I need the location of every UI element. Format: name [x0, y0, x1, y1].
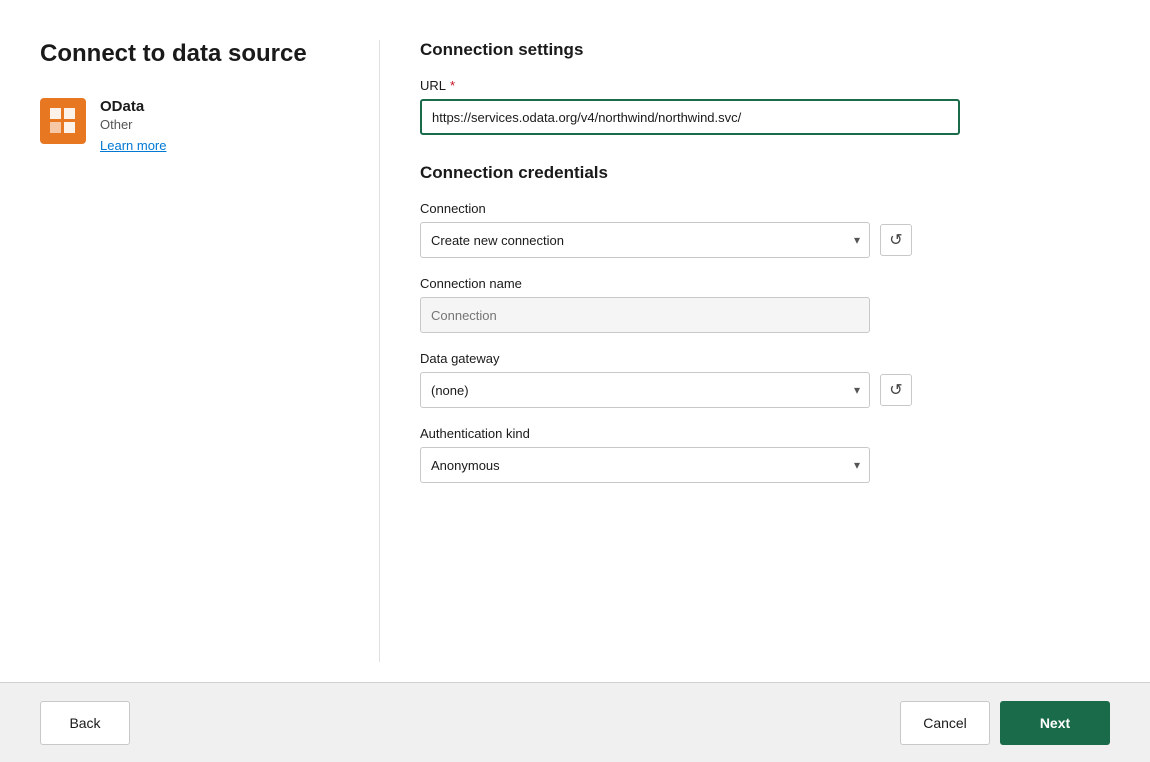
connector-icon	[40, 98, 86, 144]
data-gateway-label: Data gateway	[420, 351, 1110, 366]
auth-kind-label: Authentication kind	[420, 426, 1110, 441]
connector-info: OData Other Learn more	[40, 98, 339, 153]
connection-name-field-group: Connection name	[420, 276, 1110, 333]
connection-field-group: Connection Create new connection ▾ ↺	[420, 201, 1110, 258]
connector-category: Other	[100, 117, 166, 132]
data-gateway-field-group: Data gateway (none) ▾ ↺	[420, 351, 1110, 408]
page-title: Connect to data source	[40, 40, 339, 68]
learn-more-link[interactable]: Learn more	[100, 138, 166, 153]
main-content: Connect to data source OData Other Learn…	[0, 0, 1150, 682]
footer-left: Back	[40, 701, 130, 745]
odata-icon	[48, 106, 78, 136]
refresh-icon: ↺	[889, 230, 902, 250]
connection-settings-title: Connection settings	[420, 40, 1110, 60]
url-label: URL *	[420, 78, 1110, 93]
data-gateway-dropdown-wrapper: (none) ▾	[420, 372, 870, 408]
auth-kind-dropdown-wrapper: Anonymous ▾	[420, 447, 870, 483]
next-button[interactable]: Next	[1000, 701, 1110, 745]
url-field-group: URL *	[420, 78, 1110, 135]
connection-credentials-title: Connection credentials	[420, 163, 1110, 183]
url-input[interactable]	[420, 99, 960, 135]
connector-name: OData	[100, 98, 166, 115]
right-panel: Connection settings URL * Connection cre…	[380, 40, 1110, 662]
data-gateway-refresh-button[interactable]: ↺	[880, 374, 912, 406]
connection-dropdown-row: Create new connection ▾ ↺	[420, 222, 1110, 258]
auth-kind-field-group: Authentication kind Anonymous ▾	[420, 426, 1110, 483]
auth-kind-dropdown[interactable]: Anonymous	[420, 447, 870, 483]
connection-name-label: Connection name	[420, 276, 1110, 291]
connection-name-input[interactable]	[420, 297, 870, 333]
back-button[interactable]: Back	[40, 701, 130, 745]
footer-right: Cancel Next	[900, 701, 1110, 745]
cancel-button[interactable]: Cancel	[900, 701, 990, 745]
footer: Back Cancel Next	[0, 682, 1150, 762]
connection-dropdown[interactable]: Create new connection	[420, 222, 870, 258]
data-gateway-dropdown-row: (none) ▾ ↺	[420, 372, 1110, 408]
connection-refresh-button[interactable]: ↺	[880, 224, 912, 256]
connection-credentials-section: Connection credentials Connection Create…	[420, 163, 1110, 483]
url-required-star: *	[450, 78, 455, 93]
data-gateway-dropdown[interactable]: (none)	[420, 372, 870, 408]
data-gateway-refresh-icon: ↺	[889, 380, 902, 400]
connection-label: Connection	[420, 201, 1110, 216]
connection-settings-section: Connection settings URL *	[420, 40, 1110, 135]
connection-dropdown-wrapper: Create new connection ▾	[420, 222, 870, 258]
connector-details: OData Other Learn more	[100, 98, 166, 153]
left-panel: Connect to data source OData Other Learn…	[40, 40, 380, 662]
